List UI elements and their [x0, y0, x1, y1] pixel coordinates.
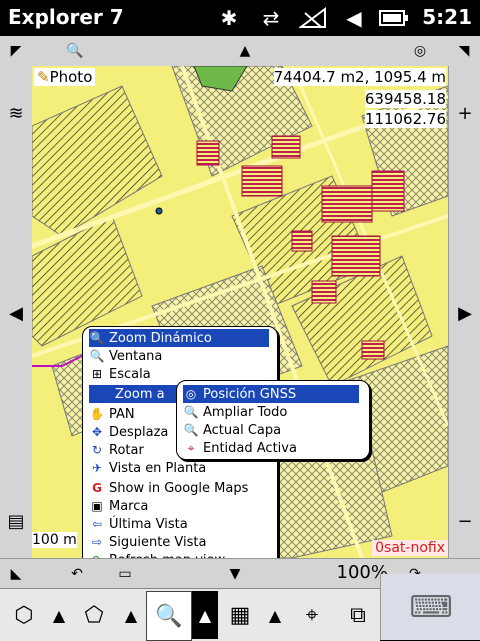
zoom-icon[interactable]: 🔍: [60, 38, 90, 64]
coordinate-x: 639458.18: [364, 90, 446, 108]
dock-expand-2[interactable]: ▲: [118, 591, 144, 639]
right-bar: + ▶ −: [448, 66, 480, 558]
dock-expand-4[interactable]: ▲: [262, 591, 288, 639]
dock-expand-3[interactable]: ▲: [192, 591, 218, 639]
submenu-item-posicion-gnss[interactable]: ◎ Posición GNSS: [183, 385, 359, 403]
corner-arrow-right-icon[interactable]: ◥: [452, 38, 476, 64]
menu-item-zoom-dinamico[interactable]: 🔍 Zoom Dinámico: [89, 329, 269, 347]
volume-icon[interactable]: ◀: [338, 5, 370, 31]
clock: 5:21: [422, 5, 472, 29]
pan-left-button[interactable]: ◀: [0, 298, 32, 328]
pencil-icon: ✎: [37, 68, 50, 86]
menu-item-marca[interactable]: ▣ Marca: [89, 497, 269, 515]
menu-item-ventana[interactable]: 🔍 Ventana: [89, 347, 269, 365]
layers-icon[interactable]: ≋: [0, 98, 32, 128]
menu-item-siguiente-vista[interactable]: ⇨ Siguiente Vista: [89, 533, 269, 551]
bluetooth-icon[interactable]: ✱: [214, 5, 244, 31]
zoom-in-button[interactable]: +: [449, 98, 480, 128]
google-icon: G: [92, 481, 102, 495]
menu-item-ultima-vista[interactable]: ⇦ Última Vista: [89, 515, 269, 533]
gnss-status-label: 0sat-nofix: [372, 540, 448, 556]
undo-icon[interactable]: ↶: [64, 561, 90, 587]
polygon-tool-icon[interactable]: ⬠: [72, 591, 116, 639]
gps-icon[interactable]: ◎: [400, 38, 440, 64]
pan-down-button[interactable]: ▼: [222, 561, 248, 587]
menu-item-google-maps[interactable]: G Show in Google Maps: [89, 479, 269, 497]
hand-icon: ✋: [89, 407, 105, 421]
submenu-item-ampliar-todo[interactable]: 🔍 Ampliar Todo: [183, 403, 359, 421]
export-icon[interactable]: ⧉: [336, 591, 380, 639]
zoom-dynamic-icon: 🔍: [89, 331, 105, 345]
layer-icon: 🔍: [183, 423, 199, 437]
top-toolbar: ◤ 🔍 ▲ ◎ ◥: [0, 36, 480, 67]
zoom-window-icon: 🔍: [89, 349, 105, 363]
bottom-dock: ⬡ ▲ ⬠ ▲ 🔍 ▲ ▦ ▲ ⌖ ⧉: [0, 588, 380, 641]
pan-up-button[interactable]: ▲: [230, 38, 260, 64]
zoom-tool-icon[interactable]: 🔍: [146, 591, 192, 641]
left-bar: ≋ ◀ ▤: [0, 66, 33, 558]
keyboard-icon[interactable]: ⌨: [380, 574, 480, 640]
entity-icon: ⌖: [187, 440, 195, 455]
pan-right-button[interactable]: ▶: [449, 298, 480, 328]
battery-small-icon: ▭: [118, 566, 132, 582]
corner-arrow-bottom-left-icon[interactable]: ◣: [4, 561, 28, 587]
window-icon[interactable]: ▦: [220, 591, 260, 639]
battery-icon[interactable]: [376, 5, 412, 31]
move-icon: ✥: [91, 425, 103, 439]
submenu-item-entidad-activa[interactable]: ⌖ Entidad Activa: [183, 439, 359, 457]
photo-label[interactable]: ✎Photo: [34, 68, 96, 86]
keyboard-small-icon[interactable]: ▤: [0, 506, 32, 536]
back-arrow-icon: ⇦: [91, 517, 103, 531]
scale-bar-label: 100 m: [32, 532, 77, 548]
plane-icon: ✈: [91, 461, 103, 475]
scale-icon: ⊞: [91, 367, 103, 381]
coordinate-y: 111062.76: [364, 110, 446, 128]
marker-icon: ▣: [91, 499, 103, 513]
forward-arrow-icon: ⇨: [91, 535, 103, 549]
gps-tool-icon[interactable]: ⌖: [290, 591, 334, 639]
connectivity-icon[interactable]: ⇄: [254, 5, 288, 31]
zoom-out-button[interactable]: −: [449, 506, 480, 536]
menu-item-vista-en-planta[interactable]: ✈ Vista en Planta: [89, 459, 269, 477]
area-readout: 74404.7 m2, 1095.4 m: [273, 68, 446, 86]
dock-expand-1[interactable]: ▲: [46, 591, 72, 639]
corner-arrow-icon[interactable]: ◤: [4, 38, 28, 64]
submenu-item-actual-capa[interactable]: 🔍 Actual Capa: [183, 421, 359, 439]
app-title: Explorer 7: [8, 5, 124, 29]
layer-cube-icon[interactable]: ⬡: [4, 591, 44, 639]
zoom-all-icon: 🔍: [183, 405, 199, 419]
status-bar: Explorer 7 ✱ ⇄ ◀ 5:21: [0, 0, 480, 36]
signal-icon[interactable]: [296, 5, 330, 31]
rotate-icon: ↻: [91, 443, 103, 457]
gnss-icon: ◎: [185, 387, 197, 401]
zoom-submenu: ◎ Posición GNSS 🔍 Ampliar Todo 🔍 Actual Cap…: [176, 380, 370, 460]
